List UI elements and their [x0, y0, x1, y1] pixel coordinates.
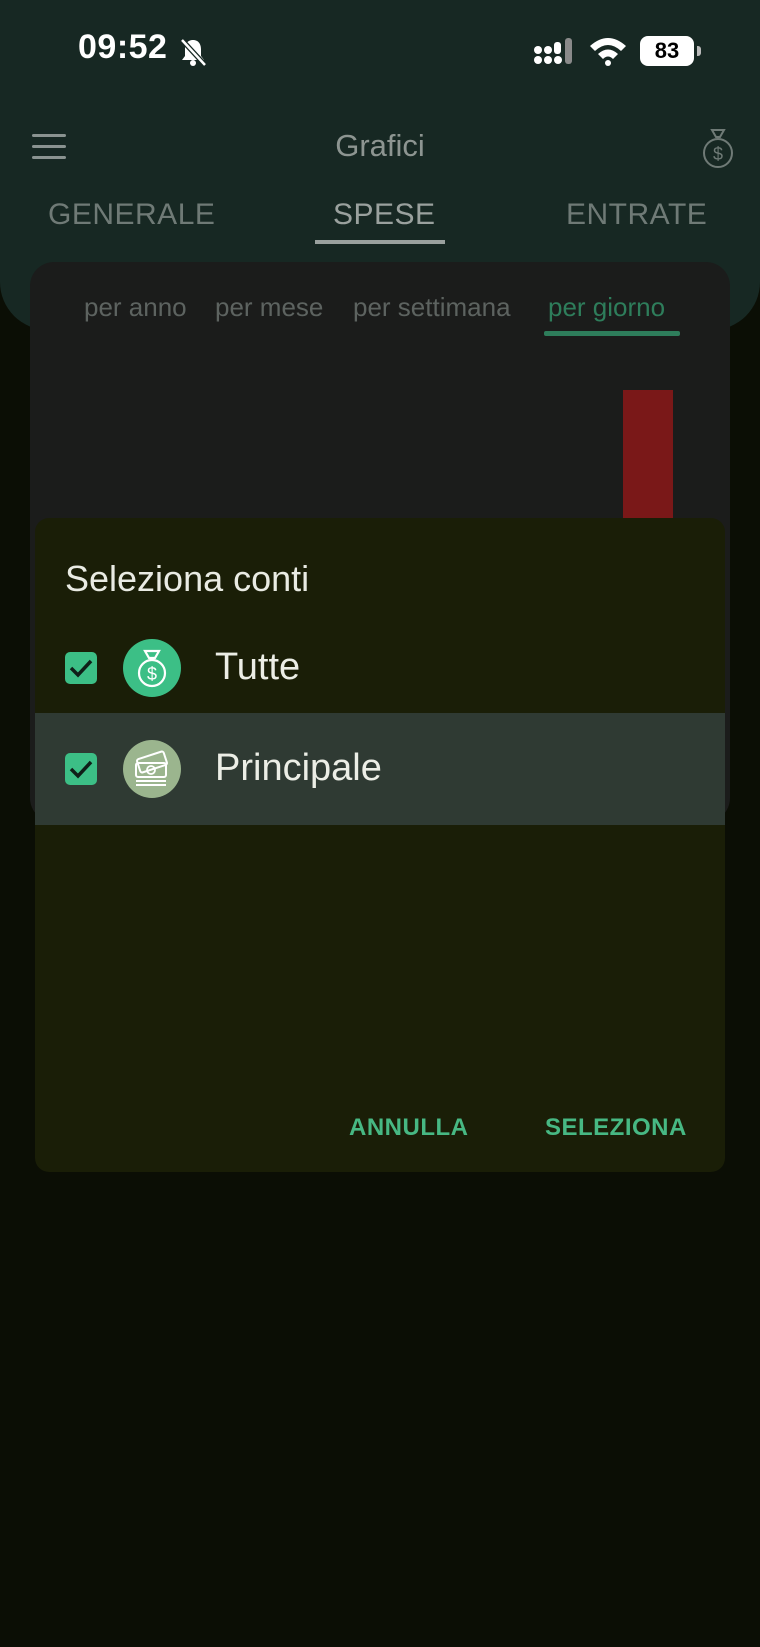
money-bag-icon: $	[123, 639, 181, 697]
cancel-button[interactable]: ANNULLA	[349, 1114, 468, 1142]
dialog-title: Seleziona conti	[65, 558, 310, 599]
account-label: Tutte	[215, 646, 301, 688]
select-accounts-dialog: Seleziona conti $ Tutte Principale ANNUL…	[35, 518, 725, 1172]
select-button[interactable]: SELEZIONA	[545, 1114, 687, 1142]
svg-text:$: $	[147, 664, 157, 684]
account-row-tutte[interactable]: $ Tutte	[35, 612, 725, 724]
account-row-principale[interactable]: Principale	[35, 713, 725, 825]
checkbox-checked[interactable]	[65, 753, 97, 785]
checkbox-checked[interactable]	[65, 652, 97, 684]
account-label: Principale	[215, 747, 382, 789]
cash-stack-icon	[123, 740, 181, 798]
